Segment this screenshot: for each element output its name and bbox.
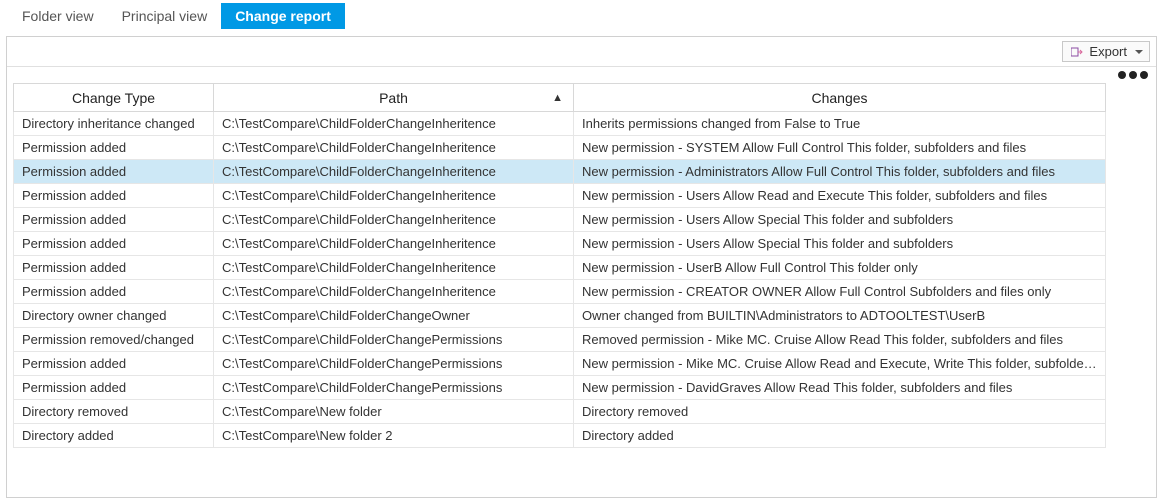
table-row[interactable]: Permission addedC:\TestCompare\ChildFold… [14, 136, 1106, 160]
cell-changes: Removed permission - Mike MC. Cruise All… [574, 328, 1106, 352]
table-row[interactable]: Permission addedC:\TestCompare\ChildFold… [14, 280, 1106, 304]
cell-type: Permission added [14, 376, 214, 400]
cell-path: C:\TestCompare\ChildFolderChangeOwner [214, 304, 574, 328]
cell-path: C:\TestCompare\New folder 2 [214, 424, 574, 448]
cell-changes: New permission - SYSTEM Allow Full Contr… [574, 136, 1106, 160]
cell-changes: Directory removed [574, 400, 1106, 424]
col-header-changes[interactable]: Changes [574, 84, 1106, 112]
table-row[interactable]: Permission addedC:\TestCompare\ChildFold… [14, 376, 1106, 400]
cell-path: C:\TestCompare\New folder [214, 400, 574, 424]
cell-path: C:\TestCompare\ChildFolderChangeInherite… [214, 112, 574, 136]
cell-changes: New permission - DavidGraves Allow Read … [574, 376, 1106, 400]
cell-changes: Owner changed from BUILTIN\Administrator… [574, 304, 1106, 328]
export-label: Export [1089, 44, 1127, 59]
dot-icon [1129, 71, 1137, 79]
cell-type: Permission added [14, 280, 214, 304]
tab-change-report[interactable]: Change report [221, 3, 345, 29]
cell-path: C:\TestCompare\ChildFolderChangePermissi… [214, 328, 574, 352]
report-panel: Export Change Type Path ▲ [6, 36, 1157, 498]
cell-path: C:\TestCompare\ChildFolderChangeInherite… [214, 184, 574, 208]
table-row[interactable]: Permission addedC:\TestCompare\ChildFold… [14, 208, 1106, 232]
cell-path: C:\TestCompare\ChildFolderChangeInherite… [214, 136, 574, 160]
cell-changes: New permission - Users Allow Special Thi… [574, 232, 1106, 256]
toolbar: Export [7, 37, 1156, 67]
sort-asc-icon: ▲ [552, 92, 563, 104]
table-row[interactable]: Permission addedC:\TestCompare\ChildFold… [14, 352, 1106, 376]
cell-changes: New permission - CREATOR OWNER Allow Ful… [574, 280, 1106, 304]
export-button[interactable]: Export [1062, 41, 1150, 62]
cell-type: Directory added [14, 424, 214, 448]
col-header-label: Change Type [72, 90, 155, 106]
cell-path: C:\TestCompare\ChildFolderChangeInherite… [214, 160, 574, 184]
table-row[interactable]: Directory addedC:\TestCompare\New folder… [14, 424, 1106, 448]
cell-type: Permission added [14, 208, 214, 232]
col-header-label: Changes [811, 90, 867, 106]
grid-container: Change Type Path ▲ Changes Directory inh… [7, 83, 1156, 448]
cell-path: C:\TestCompare\ChildFolderChangePermissi… [214, 352, 574, 376]
grid-options-dots[interactable] [7, 67, 1156, 83]
cell-changes: Inherits permissions changed from False … [574, 112, 1106, 136]
cell-path: C:\TestCompare\ChildFolderChangeInherite… [214, 208, 574, 232]
cell-type: Permission added [14, 256, 214, 280]
col-header-label: Path [379, 90, 408, 106]
table-row[interactable]: Permission addedC:\TestCompare\ChildFold… [14, 232, 1106, 256]
table-row[interactable]: Permission addedC:\TestCompare\ChildFold… [14, 256, 1106, 280]
cell-type: Directory owner changed [14, 304, 214, 328]
cell-changes: New permission - Administrators Allow Fu… [574, 160, 1106, 184]
cell-changes: New permission - Users Allow Special Thi… [574, 208, 1106, 232]
cell-changes: New permission - Mike MC. Cruise Allow R… [574, 352, 1106, 376]
cell-path: C:\TestCompare\ChildFolderChangeInherite… [214, 256, 574, 280]
table-row[interactable]: Directory inheritance changedC:\TestComp… [14, 112, 1106, 136]
tab-principal-view[interactable]: Principal view [108, 3, 222, 29]
cell-changes: New permission - Users Allow Read and Ex… [574, 184, 1106, 208]
table-row[interactable]: Permission addedC:\TestCompare\ChildFold… [14, 160, 1106, 184]
cell-type: Permission added [14, 160, 214, 184]
cell-type: Directory inheritance changed [14, 112, 214, 136]
tab-folder-view[interactable]: Folder view [8, 3, 108, 29]
cell-type: Directory removed [14, 400, 214, 424]
table-row[interactable]: Permission removed/changedC:\TestCompare… [14, 328, 1106, 352]
changes-grid: Change Type Path ▲ Changes Directory inh… [13, 83, 1106, 448]
cell-path: C:\TestCompare\ChildFolderChangeInherite… [214, 280, 574, 304]
cell-type: Permission added [14, 352, 214, 376]
view-tabs: Folder view Principal view Change report [0, 0, 1163, 32]
cell-type: Permission removed/changed [14, 328, 214, 352]
cell-type: Permission added [14, 136, 214, 160]
col-header-path[interactable]: Path ▲ [214, 84, 574, 112]
dot-icon [1140, 71, 1148, 79]
cell-path: C:\TestCompare\ChildFolderChangeInherite… [214, 232, 574, 256]
col-header-change-type[interactable]: Change Type [14, 84, 214, 112]
export-icon [1071, 46, 1083, 58]
cell-path: C:\TestCompare\ChildFolderChangePermissi… [214, 376, 574, 400]
cell-changes: New permission - UserB Allow Full Contro… [574, 256, 1106, 280]
table-row[interactable]: Permission addedC:\TestCompare\ChildFold… [14, 184, 1106, 208]
table-row[interactable]: Directory removedC:\TestCompare\New fold… [14, 400, 1106, 424]
table-row[interactable]: Directory owner changedC:\TestCompare\Ch… [14, 304, 1106, 328]
chevron-down-icon [1135, 50, 1143, 54]
cell-changes: Directory added [574, 424, 1106, 448]
cell-type: Permission added [14, 184, 214, 208]
cell-type: Permission added [14, 232, 214, 256]
dot-icon [1118, 71, 1126, 79]
